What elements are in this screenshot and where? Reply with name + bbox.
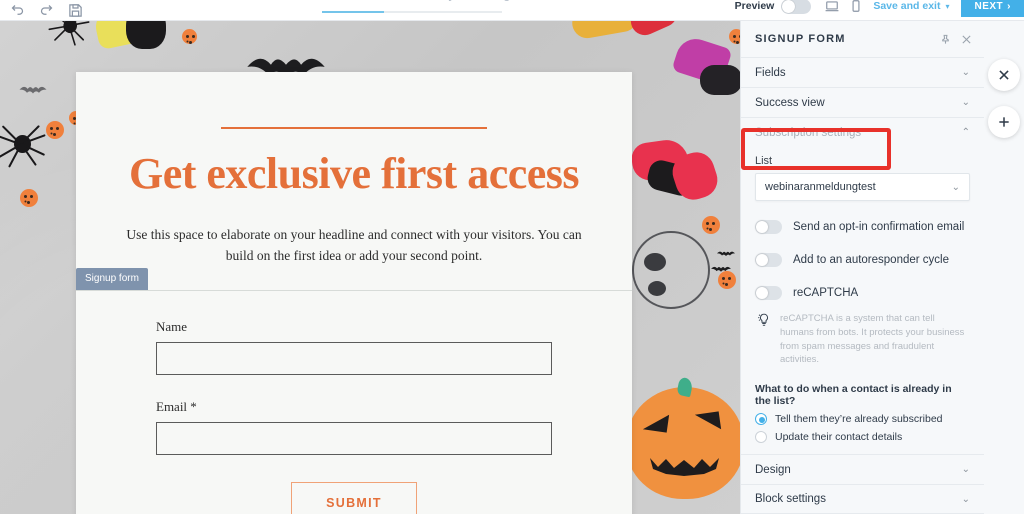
preview-toggle[interactable] — [781, 0, 812, 14]
close-icon[interactable] — [961, 34, 972, 45]
accent-divider — [221, 127, 487, 129]
section-success-view[interactable]: Success view ⌄ — [741, 87, 984, 117]
mini-pumpkin-decoration — [46, 121, 64, 139]
pin-icon[interactable] — [940, 34, 951, 45]
mini-pumpkin-decoration — [729, 29, 740, 44]
editor-canvas[interactable]: Get exclusive first access Use this spac… — [0, 21, 740, 514]
bat-decoration — [716, 249, 736, 259]
undo-icon[interactable] — [10, 3, 25, 18]
recaptcha-hint-text: reCAPTCHA is a system that can tell huma… — [780, 313, 965, 366]
field-block-email: Email * — [156, 399, 552, 455]
mini-pumpkin-decoration — [702, 216, 720, 234]
toolbar-right-group: Preview Save and exit ▾ NEXT › — [735, 0, 1024, 21]
tab-progress-bar — [322, 11, 502, 13]
section-block-settings-label: Block settings — [755, 493, 826, 505]
toggle-optin-confirmation[interactable]: Send an opt-in confirmation email — [755, 220, 970, 234]
signup-form-settings-panel: SIGNUP FORM Fields ⌄ Success view ⌄ Subs… — [740, 21, 984, 514]
spider-decoration — [0, 117, 52, 169]
subheadline-text[interactable]: Use this space to elaborate on your head… — [124, 225, 584, 267]
chevron-right-icon: › — [1007, 0, 1011, 12]
close-icon — [997, 68, 1011, 82]
panel-footer-sections: Design ⌄ Block settings ⌄ — [741, 454, 984, 514]
list-select-value: webinaranmeldungtest — [765, 181, 876, 193]
bat-decoration — [18, 83, 48, 98]
toggle-switch[interactable] — [755, 286, 782, 300]
save-disk-icon[interactable] — [68, 3, 83, 18]
chevron-down-icon[interactable]: ▾ — [945, 2, 949, 11]
toolbar-history-group — [0, 3, 83, 18]
recaptcha-hint: reCAPTCHA is a system that can tell huma… — [755, 312, 970, 367]
section-fields-label: Fields — [755, 66, 786, 79]
gummy-candy-decoration — [700, 65, 740, 95]
form-fields: Name Email * SUBMIT — [76, 291, 632, 514]
mini-pumpkin-decoration — [20, 189, 38, 207]
mini-pumpkin-decoration — [718, 271, 736, 289]
chevron-down-icon: ⌄ — [961, 67, 970, 78]
section-subscription-settings[interactable]: Subscription settings ⌃ — [741, 117, 984, 147]
subscription-settings-body: List webinaranmeldungtest ⌄ Send an opt-… — [741, 147, 984, 444]
radio-option-already-subscribed-label: Tell them they’re already subscribed — [775, 413, 943, 426]
list-label: List — [755, 155, 773, 167]
email-field-label: Email * — [156, 398, 197, 414]
editor-tabs: Main content Thank you message — [322, 0, 516, 5]
add-block-button[interactable] — [988, 106, 1020, 138]
radio-option-update-details-label: Update their contact details — [775, 431, 903, 444]
field-block-name: Name — [156, 319, 552, 375]
lightbulb-icon — [757, 312, 771, 328]
next-button-label: NEXT — [974, 0, 1004, 12]
large-pumpkin-decoration — [626, 376, 740, 499]
submit-button-wrapper: SUBMIT — [156, 481, 552, 514]
preview-label: Preview — [734, 0, 775, 12]
toggle-switch[interactable] — [755, 220, 782, 234]
chevron-down-icon: ⌄ — [951, 181, 960, 193]
redo-icon[interactable] — [39, 3, 54, 18]
section-subscription-settings-label: Subscription settings — [755, 126, 862, 139]
section-block-settings[interactable]: Block settings ⌄ — [741, 484, 984, 514]
mini-pumpkin-decoration — [182, 29, 197, 44]
toggle-recaptcha[interactable]: reCAPTCHA — [755, 286, 970, 300]
save-and-exit-button[interactable]: Save and exit — [873, 0, 940, 12]
page-title[interactable]: Get exclusive first access — [76, 152, 632, 196]
next-button[interactable]: NEXT › — [961, 0, 1024, 17]
list-select[interactable]: webinaranmeldungtest ⌄ — [755, 173, 970, 201]
chevron-down-icon: ⌄ — [961, 493, 970, 505]
section-design[interactable]: Design ⌄ — [741, 454, 984, 484]
toggle-recaptcha-label: reCAPTCHA — [793, 287, 859, 299]
section-fields[interactable]: Fields ⌄ — [741, 57, 984, 87]
tab-main-content[interactable]: Main content — [322, 0, 388, 5]
toggle-optin-confirmation-label: Send an opt-in confirmation email — [793, 221, 965, 233]
chevron-down-icon: ⌄ — [961, 464, 970, 475]
toggle-autoresponder-cycle-label: Add to an autoresponder cycle — [793, 254, 949, 266]
name-field-label: Name — [156, 318, 188, 334]
radio-button[interactable] — [755, 431, 767, 444]
duplicate-contact-question: What to do when a contact is already in … — [755, 383, 952, 408]
section-design-label: Design — [755, 463, 791, 476]
ghost-face-decoration — [632, 231, 710, 309]
section-success-view-label: Success view — [755, 96, 825, 109]
gummy-candy-decoration — [126, 21, 166, 49]
close-panel-button[interactable] — [988, 59, 1020, 91]
signup-form-card[interactable]: Get exclusive first access Use this spac… — [76, 72, 632, 514]
panel-header: SIGNUP FORM — [741, 21, 984, 57]
radio-option-already-subscribed[interactable]: Tell them they’re already subscribed — [755, 413, 970, 426]
tab-thank-you-message[interactable]: Thank you message — [414, 0, 516, 5]
radio-option-update-details[interactable]: Update their contact details — [755, 431, 970, 444]
email-input[interactable] — [156, 421, 552, 455]
submit-button[interactable]: SUBMIT — [291, 481, 417, 514]
toggle-switch[interactable] — [755, 253, 782, 267]
top-toolbar: Main content Thank you message Preview S… — [0, 0, 1024, 21]
chevron-up-icon: ⌃ — [961, 127, 970, 138]
name-input[interactable] — [156, 341, 552, 375]
panel-title: SIGNUP FORM — [755, 33, 846, 45]
radio-button[interactable] — [755, 413, 767, 426]
plus-icon — [997, 115, 1011, 129]
mobile-icon[interactable] — [849, 0, 863, 13]
desktop-icon[interactable] — [825, 0, 839, 13]
right-rail — [984, 21, 1024, 514]
chevron-down-icon: ⌄ — [961, 97, 970, 108]
block-label-badge[interactable]: Signup form — [76, 268, 148, 290]
toggle-autoresponder-cycle[interactable]: Add to an autoresponder cycle — [755, 253, 970, 267]
